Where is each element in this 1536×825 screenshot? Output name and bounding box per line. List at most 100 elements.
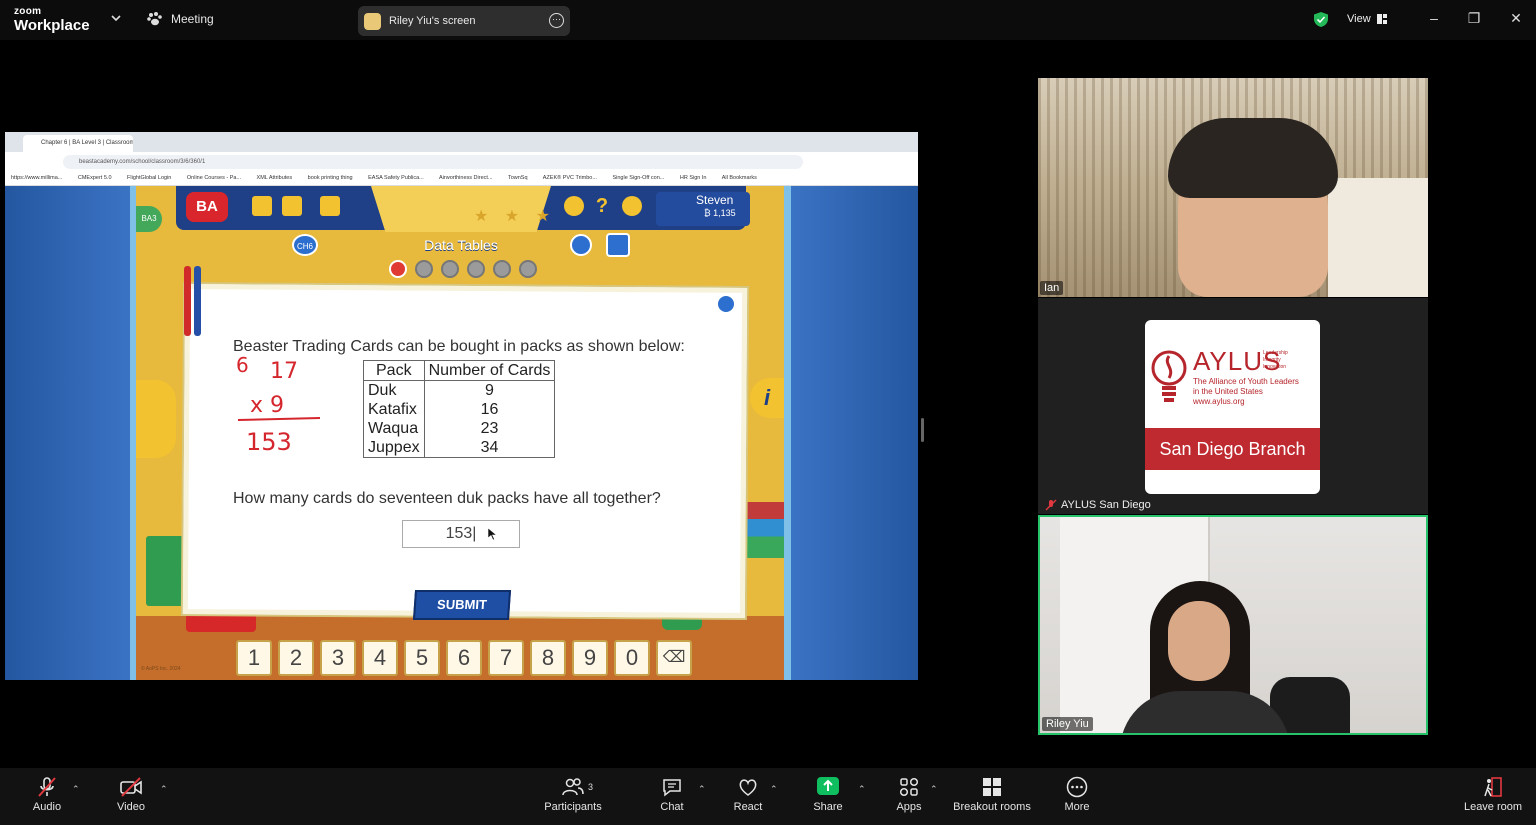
- video-tile-riley[interactable]: Riley Yiu: [1038, 515, 1428, 735]
- bookmark[interactable]: CMExpert 5.0: [78, 175, 112, 181]
- heart-icon: [739, 779, 757, 796]
- info-button[interactable]: i: [750, 378, 784, 418]
- audio-label: Audio: [32, 801, 62, 813]
- numpad-key[interactable]: 5: [404, 640, 440, 676]
- splitter-handle[interactable]: [921, 418, 924, 442]
- submit-button[interactable]: SUBMIT: [412, 590, 512, 620]
- encryption-shield-icon[interactable]: [1313, 11, 1329, 28]
- numpad-key[interactable]: 1: [236, 640, 272, 676]
- award-icon[interactable]: [564, 196, 584, 216]
- grid-view-icon: [1376, 14, 1387, 24]
- chapter-badge[interactable]: CH6: [292, 234, 318, 256]
- numpad-key[interactable]: 2: [278, 640, 314, 676]
- close-icon[interactable]: ✕: [1508, 10, 1524, 26]
- chevron-up-icon[interactable]: ⌃: [72, 784, 80, 795]
- scratch-line: 6: [236, 353, 249, 377]
- bookmark[interactable]: EASA Safety Publica...: [368, 175, 424, 181]
- numpad-key[interactable]: 6: [446, 640, 482, 676]
- play-video-icon[interactable]: [570, 234, 592, 256]
- table-row: Waqua 23: [363, 419, 556, 438]
- table-row: Duk 9: [363, 380, 556, 400]
- bookmark[interactable]: Airworthiness Direct...: [439, 175, 493, 181]
- chat-button[interactable]: Chat: [656, 776, 688, 813]
- bookmark[interactable]: All Bookmarks: [722, 175, 757, 181]
- bookmark[interactable]: HR Sign In: [680, 175, 707, 181]
- puzzle-icon[interactable]: [320, 196, 340, 216]
- subtitle-line: in the United States: [1193, 387, 1263, 396]
- more-dots-icon: [1066, 776, 1088, 798]
- paw-icon: [147, 12, 162, 26]
- beast-academy-page: BA ★ ★ ★ ? Steven ₿ 1,135 CH6 Data Table…: [5, 186, 918, 680]
- bookmark[interactable]: XML Attributes: [257, 175, 293, 181]
- pack-name: Juppex: [363, 438, 425, 458]
- restore-icon[interactable]: ❐: [1466, 10, 1482, 26]
- video-button[interactable]: Video: [113, 776, 149, 813]
- breakout-rooms-button[interactable]: Breakout rooms: [950, 776, 1034, 813]
- bookmark[interactable]: Single Sign-Off con...: [612, 175, 664, 181]
- progress-dot: [441, 260, 459, 278]
- logo-line1: zoom: [14, 6, 42, 17]
- url-field[interactable]: beastacademy.com/school/classroom/3/6/36…: [63, 155, 803, 169]
- pack-name: Katafix: [363, 400, 425, 419]
- participants-icon: [562, 778, 584, 796]
- share-label: Share: [813, 801, 843, 813]
- numpad-key[interactable]: 3: [320, 640, 356, 676]
- bookmark[interactable]: Online Courses - Pa...: [187, 175, 241, 181]
- chevron-up-icon[interactable]: ⌃: [930, 784, 938, 795]
- more-options-icon[interactable]: ···: [549, 13, 564, 28]
- minimize-icon[interactable]: –: [1426, 10, 1442, 26]
- chevron-up-icon[interactable]: ⌃: [160, 784, 168, 795]
- bookmark[interactable]: AZEK® PVC Trimbo...: [543, 175, 597, 181]
- bookmark[interactable]: book printing thing: [308, 175, 353, 181]
- video-tile-aylus[interactable]: AYLUS Leadership Integrity Innovation Th…: [1038, 298, 1428, 514]
- apps-button[interactable]: Apps: [892, 776, 926, 813]
- chevron-up-icon[interactable]: ⌃: [858, 784, 866, 795]
- react-button[interactable]: React: [730, 776, 766, 813]
- breakout-rooms-label: Breakout rooms: [953, 801, 1031, 813]
- browser-tab[interactable]: Chapter 6 | BA Level 3 | Classroom: [23, 135, 133, 152]
- chevron-up-icon[interactable]: ⌃: [698, 784, 706, 795]
- meeting-menu[interactable]: Meeting: [147, 12, 214, 26]
- bookmark[interactable]: FlightGlobal Login: [127, 175, 171, 181]
- zoom-workplace-logo[interactable]: zoom Workplace: [14, 6, 90, 34]
- progress-dot[interactable]: [389, 260, 407, 278]
- participant-name: AYLUS San Diego: [1061, 499, 1151, 511]
- page-background-right: [791, 186, 918, 680]
- guide-book-icon[interactable]: [606, 233, 630, 257]
- tagline-word: Integrity: [1263, 357, 1281, 363]
- chevron-down-icon[interactable]: [110, 12, 122, 24]
- answer-input[interactable]: 153|: [402, 520, 520, 548]
- numpad-key[interactable]: 8: [530, 640, 566, 676]
- help-icon[interactable]: ?: [592, 196, 612, 216]
- book-icon[interactable]: [282, 196, 302, 216]
- audio-button[interactable]: Audio: [30, 776, 64, 813]
- participant-label-aylus: AYLUS San Diego: [1045, 499, 1151, 511]
- scratchpad-tools[interactable]: [136, 380, 176, 458]
- packs-table: Pack Number of Cards Duk 9 Katafix 16 Wa…: [363, 360, 556, 458]
- bookmark[interactable]: https://www.millima...: [11, 175, 62, 181]
- bookmark[interactable]: TownSq: [508, 175, 528, 181]
- numpad-key[interactable]: 7: [488, 640, 524, 676]
- settings-gear-icon[interactable]: [622, 196, 642, 216]
- backspace-icon[interactable]: ⌫: [656, 640, 692, 676]
- numpad-key[interactable]: 4: [362, 640, 398, 676]
- share-screen-icon: [817, 777, 839, 795]
- browser-address-bar: beastacademy.com/school/classroom/3/6/36…: [5, 152, 918, 172]
- beast-academy-logo[interactable]: BA: [186, 192, 228, 222]
- more-button[interactable]: More: [1060, 776, 1094, 813]
- home-icon[interactable]: [252, 196, 272, 216]
- scratch-line: x 9: [250, 393, 284, 418]
- numpad-key[interactable]: 0: [614, 640, 650, 676]
- video-tile-ian[interactable]: Ian: [1038, 78, 1428, 297]
- speaker-icon[interactable]: [716, 294, 736, 314]
- side-badge[interactable]: BA3: [136, 206, 162, 232]
- chevron-up-icon[interactable]: ⌃: [770, 784, 778, 795]
- leave-room-button[interactable]: Leave room: [1460, 776, 1526, 813]
- zoom-title-bar: zoom Workplace Meeting Riley Yiu's scree…: [0, 0, 1536, 40]
- screen-share-indicator[interactable]: Riley Yiu's screen ···: [358, 6, 570, 36]
- tagline-word: Leadership: [1263, 350, 1288, 356]
- view-button[interactable]: View: [1347, 13, 1387, 25]
- participants-button[interactable]: Participants: [540, 776, 606, 813]
- numpad-key[interactable]: 9: [572, 640, 608, 676]
- share-button[interactable]: Share: [810, 776, 846, 813]
